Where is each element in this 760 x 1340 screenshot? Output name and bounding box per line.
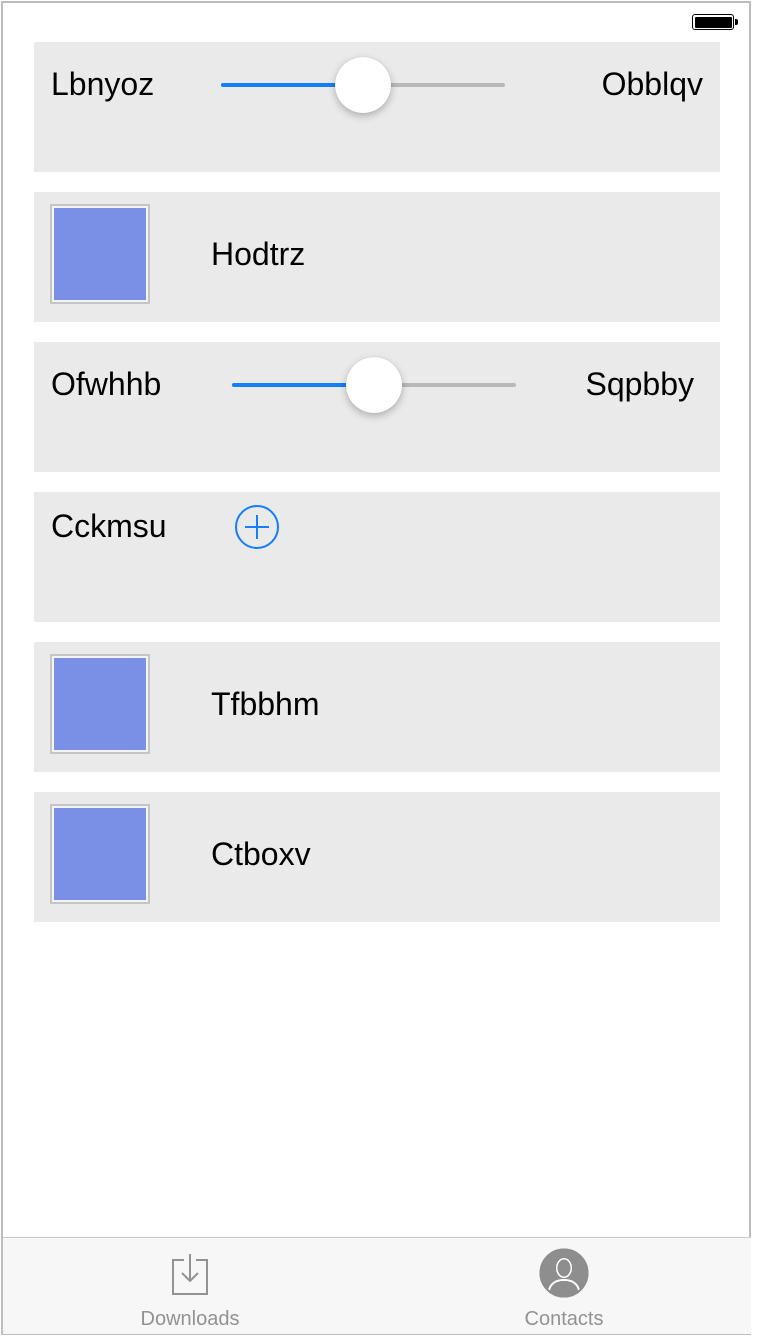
- swatch-label: Tfbbhm: [211, 686, 320, 722]
- swatch-row[interactable]: Tfbbhm: [34, 642, 720, 772]
- battery-icon: [692, 14, 738, 30]
- add-row-label: Cckmsu: [51, 508, 167, 544]
- color-swatch[interactable]: [50, 654, 150, 754]
- swatch-fill: [54, 208, 146, 300]
- slider-thumb[interactable]: [335, 57, 391, 113]
- swatch-label: Ctboxv: [211, 836, 311, 872]
- swatch-row[interactable]: Ctboxv: [34, 792, 720, 922]
- add-row: Cckmsu: [34, 492, 720, 622]
- swatch-fill: [54, 808, 146, 900]
- tab-label: Contacts: [524, 1308, 604, 1330]
- slider-row: Lbnyoz Obblqv: [34, 42, 720, 172]
- contacts-icon: [539, 1248, 589, 1298]
- swatch-label: Hodtrz: [211, 236, 306, 272]
- slider-max-label: Sqpbby: [585, 366, 694, 402]
- tab-label: Downloads: [140, 1308, 240, 1330]
- slider[interactable]: [232, 355, 516, 415]
- tab-contacts[interactable]: Contacts: [377, 1238, 751, 1334]
- slider-min-label: Ofwhhb: [51, 366, 162, 402]
- slider-row: Ofwhhb Sqpbby: [34, 342, 720, 472]
- color-swatch[interactable]: [50, 804, 150, 904]
- slider-min-label: Lbnyoz: [51, 66, 155, 102]
- downloads-icon: [172, 1254, 208, 1295]
- slider-thumb[interactable]: [346, 357, 402, 413]
- tab-downloads[interactable]: Downloads: [3, 1238, 377, 1334]
- slider-max-label: Obblqv: [601, 66, 703, 102]
- add-circle-icon[interactable]: [235, 505, 279, 549]
- color-swatch[interactable]: [50, 204, 150, 304]
- tab-bar: Downloads Contacts: [3, 1237, 751, 1334]
- slider[interactable]: [221, 55, 505, 115]
- swatch-row[interactable]: Hodtrz: [34, 192, 720, 322]
- swatch-fill: [54, 658, 146, 750]
